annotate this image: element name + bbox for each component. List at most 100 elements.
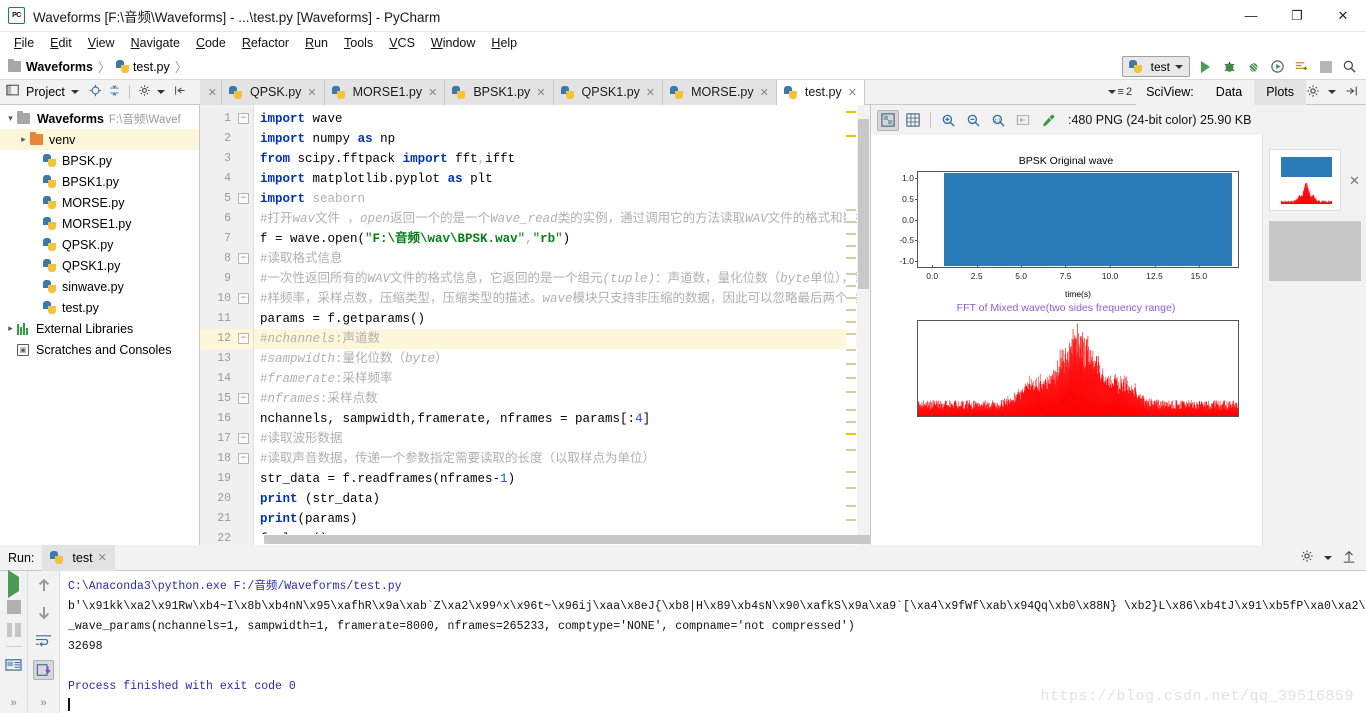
editor-tab-bpsk1-py[interactable]: BPSK1.py ✕ xyxy=(445,79,554,105)
close-button[interactable]: ✕ xyxy=(1320,0,1366,32)
maximize-button[interactable]: ❐ xyxy=(1274,0,1320,32)
editor-tab-qpsk1-py[interactable]: QPSK1.py ✕ xyxy=(553,79,664,105)
print-icon[interactable] xyxy=(5,656,22,674)
profile-icon[interactable] xyxy=(1269,58,1286,75)
editor-horizontal-scrollbar[interactable] xyxy=(254,534,870,545)
code-line[interactable]: #读取声音数据，传递一个参数指定需要读取的长度（以取样点为单位） xyxy=(254,449,870,469)
chevron-down-icon[interactable] xyxy=(1324,555,1332,560)
editor-code-area[interactable]: import wave import numpy as np from scipy.… xyxy=(254,105,870,545)
code-line[interactable]: import wave xyxy=(254,109,870,129)
menu-item-help[interactable]: Help xyxy=(483,34,525,52)
tree-item-morse1-py[interactable]: MORSE1.py xyxy=(0,213,199,234)
breadcrumb[interactable]: Waveforms 〉 test.py 〉 xyxy=(8,57,193,76)
code-line[interactable]: nchannels, sampwidth,framerate, nframes … xyxy=(254,409,870,429)
plot-thumbnail-list[interactable]: ✕ xyxy=(1262,135,1366,545)
target-icon[interactable] xyxy=(89,84,102,100)
zoom-actual-icon[interactable]: 1:1 xyxy=(987,110,1009,131)
code-line[interactable]: f = wave.open("F:\音频\wav\BPSK.wav","rb") xyxy=(254,229,870,249)
project-tree[interactable]: Waveforms F:\音频\Wavef venv BPSK.py BPSK1.py M… xyxy=(0,105,200,545)
fit-icon[interactable] xyxy=(1012,110,1034,131)
menu-item-refactor[interactable]: Refactor xyxy=(234,34,297,52)
fold-toggle-icon[interactable]: − xyxy=(238,453,249,464)
code-line[interactable]: from scipy.fftpack import fft,ifft xyxy=(254,149,870,169)
menu-item-navigate[interactable]: Navigate xyxy=(123,34,188,52)
tree-item-venv[interactable]: venv xyxy=(0,129,199,150)
fold-toggle-icon[interactable]: − xyxy=(238,333,249,344)
close-icon[interactable]: ✕ xyxy=(428,86,437,99)
close-icon[interactable]: ✕ xyxy=(307,86,316,99)
fold-toggle-icon[interactable]: − xyxy=(238,193,249,204)
search-icon[interactable] xyxy=(1341,58,1358,75)
gear-icon[interactable] xyxy=(1306,84,1320,101)
grid-icon[interactable] xyxy=(902,110,924,131)
code-line[interactable]: import seaborn xyxy=(254,189,870,209)
hide-icon[interactable] xyxy=(174,84,187,100)
editor-tab-qpsk-py[interactable]: QPSK.py ✕ xyxy=(222,79,325,105)
tree-item-qpsk-py[interactable]: QPSK.py xyxy=(0,234,199,255)
zoom-in-icon[interactable] xyxy=(937,110,959,131)
plot-canvas[interactable]: BPSK Original wave 1.0 0.5 0.0 -0.5 -1.0 0.0 2… xyxy=(871,135,1262,545)
hide-icon[interactable] xyxy=(1342,549,1356,566)
code-line[interactable]: print(params) xyxy=(254,509,870,529)
code-editor[interactable]: −1 2 3 4−5 6 7−8 9−10 11−12 13 14−15 16−17−18 19 20 2… xyxy=(200,105,870,545)
chevron-down-icon-2[interactable] xyxy=(156,90,165,94)
color-picker-icon[interactable] xyxy=(1037,110,1059,131)
code-line[interactable]: #sampwidth:量化位数（byte） xyxy=(254,349,870,369)
close-icon[interactable]: ✕ xyxy=(208,86,217,99)
code-line[interactable]: params = f.getparams() xyxy=(254,309,870,329)
plot-thumbnail[interactable] xyxy=(1269,149,1341,211)
close-icon[interactable]: ✕ xyxy=(646,86,655,99)
close-icon[interactable]: ✕ xyxy=(536,86,545,99)
chevron-down-icon[interactable] xyxy=(70,90,79,94)
code-line[interactable]: #nframes:采样点数 xyxy=(254,389,870,409)
menu-item-vcs[interactable]: VCS xyxy=(381,34,423,52)
run-icon[interactable] xyxy=(8,570,19,598)
tree-item-qpsk1-py[interactable]: QPSK1.py xyxy=(0,255,199,276)
fold-toggle-icon[interactable]: − xyxy=(238,253,249,264)
code-line[interactable]: print (str_data) xyxy=(254,489,870,509)
editor-gutter[interactable]: −1 2 3 4−5 6 7−8 9−10 11−12 13 14−15 16−17−18 19 20 2… xyxy=(200,105,254,545)
code-line[interactable]: #读取波形数据 xyxy=(254,429,870,449)
coverage-icon[interactable] xyxy=(1245,58,1262,75)
tree-item-sinwave-py[interactable]: sinwave.py xyxy=(0,276,199,297)
arrow-down-icon[interactable] xyxy=(36,605,52,624)
close-icon[interactable]: ✕ xyxy=(848,86,857,99)
code-line[interactable]: #读取格式信息 xyxy=(254,249,870,269)
minimize-button[interactable]: — xyxy=(1228,0,1274,32)
attach-icon[interactable] xyxy=(1293,58,1310,75)
chevron-right-icon[interactable] xyxy=(17,134,30,145)
menu-item-tools[interactable]: Tools xyxy=(336,34,381,52)
zoom-out-icon[interactable] xyxy=(962,110,984,131)
tab-plots[interactable]: Plots xyxy=(1254,79,1306,105)
close-icon[interactable]: ✕ xyxy=(760,86,769,99)
tree-item-external-libraries[interactable]: External Libraries xyxy=(0,318,199,339)
code-line[interactable]: str_data = f.readframes(nframes-1) xyxy=(254,469,870,489)
menu-item-window[interactable]: Window xyxy=(423,34,483,52)
code-line[interactable]: #framerate:采样频率 xyxy=(254,369,870,389)
editor-tab-morse-py[interactable]: MORSE.py ✕ xyxy=(663,79,777,105)
hide-icon[interactable] xyxy=(1344,84,1358,101)
menu-item-view[interactable]: View xyxy=(80,34,123,52)
tree-item-scratches-and-consoles[interactable]: ▣ Scratches and Consoles xyxy=(0,339,199,360)
code-line[interactable]: import numpy as np xyxy=(254,129,870,149)
run-icon[interactable] xyxy=(1197,58,1214,75)
project-panel-title[interactable]: Project xyxy=(26,85,65,99)
scroll-to-end-icon[interactable] xyxy=(33,660,54,680)
editor-vertical-scrollbar[interactable] xyxy=(857,105,870,545)
project-tool-header[interactable]: Project xyxy=(0,84,200,100)
code-line[interactable]: import matplotlib.pyplot as plt xyxy=(254,169,870,189)
chevron-down-icon[interactable] xyxy=(1328,90,1336,94)
code-line[interactable]: #打开wav文件 ，open返回一个的是一个Wave_read类的实例，通过调用… xyxy=(254,209,870,229)
close-icon[interactable]: ✕ xyxy=(1349,173,1360,189)
debug-icon[interactable] xyxy=(1221,58,1238,75)
fold-toggle-icon[interactable]: − xyxy=(238,113,249,124)
gear-icon[interactable] xyxy=(1300,549,1314,566)
tree-item-bpsk1-py[interactable]: BPSK1.py xyxy=(0,171,199,192)
menu-item-file[interactable]: File xyxy=(6,34,42,52)
code-line[interactable]: #一次性返回所有的WAV文件的格式信息，它返回的是一个组元(tuple)：声道数… xyxy=(254,269,870,289)
close-icon[interactable]: ✕ xyxy=(98,551,107,564)
fold-toggle-icon[interactable]: − xyxy=(238,433,249,444)
menu-item-edit[interactable]: Edit xyxy=(42,34,80,52)
tree-item-waveforms[interactable]: Waveforms F:\音频\Wavef xyxy=(0,108,199,129)
stop-icon[interactable] xyxy=(6,600,21,614)
